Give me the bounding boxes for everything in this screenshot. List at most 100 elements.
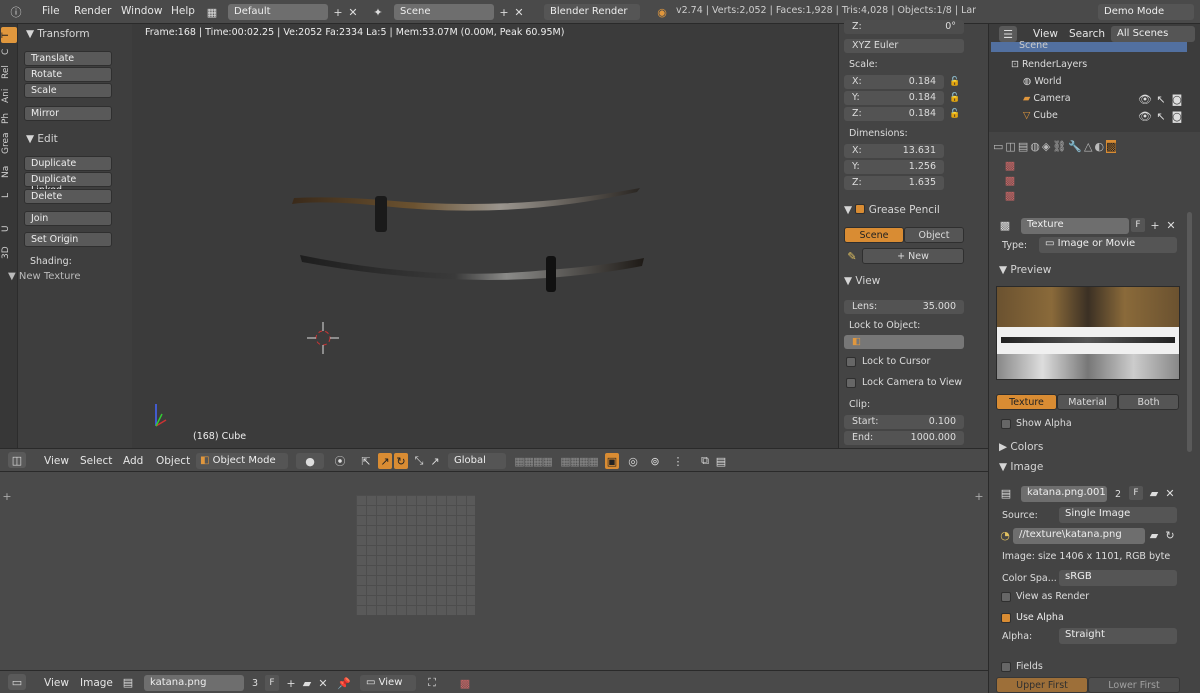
rotation-z-field[interactable]: Z: 0° [844,20,964,34]
preview-texture-tab[interactable]: Texture [996,394,1057,410]
render-camera-icon[interactable]: ◙ [1171,110,1183,123]
unlink-icon[interactable]: ✕ [316,675,330,691]
layout-field[interactable]: Default [228,4,328,20]
pencil-icon[interactable]: ✎ [845,249,859,263]
scene-icon[interactable]: ✦ [370,4,386,20]
set-origin-button[interactable]: Set Origin [24,232,112,247]
lock-icon[interactable]: 🔓 [948,75,962,89]
clip-end-field[interactable]: End: 1000.000 [844,431,964,445]
tab-3d[interactable]: 3D [1,244,17,262]
lock-cursor-checkbox[interactable] [846,357,856,367]
tab-u[interactable]: U [1,222,17,236]
data-tab-icon[interactable]: △ [1084,140,1092,153]
unlink-image-icon[interactable]: ✕ [1163,486,1177,500]
menu-view[interactable]: View [44,677,69,689]
packed-file-icon[interactable]: ◔ [999,529,1011,542]
lock-icon[interactable]: 🔓 [948,107,962,121]
image-panel-header[interactable]: ▼ Image [999,461,1043,473]
lock-camera-checkbox[interactable] [846,378,856,388]
grease-pencil-header[interactable]: ▼ Grease Pencil [844,203,940,216]
view-as-render-checkbox[interactable] [1001,592,1011,602]
layers-grid-2-icon[interactable]: ▦▦▦▦ [558,453,600,469]
texture-tab-icon[interactable]: ▩ [1106,139,1117,153]
shading-sphere-icon[interactable]: ● [296,453,324,469]
colors-panel-header[interactable]: ▶ Colors [999,441,1043,453]
info-editor-icon[interactable]: ⓘ [8,4,24,20]
outliner-render-layers[interactable]: ⊡ RenderLayers [1011,59,1087,70]
clip-start-field[interactable]: Start: 0.100 [844,415,964,429]
menu-help[interactable]: Help [171,5,195,17]
add-layout-icon[interactable]: + [331,4,345,20]
texture-slot-icon[interactable]: ▩ [1005,189,1015,202]
outliner-scene-row[interactable]: Scene [991,40,1187,52]
lens-field[interactable]: Lens: 35.000 [844,300,964,314]
lock-icon[interactable]: 🔓 [948,91,962,105]
tab-grease-pencil[interactable]: Grea [1,130,17,156]
orientation-select[interactable]: Global [448,453,506,469]
delete-button[interactable]: Delete [24,189,112,204]
modifier-tab-icon[interactable]: 🔧 [1068,140,1082,153]
scene-field[interactable]: Scene [394,4,494,20]
layers-grid-icon[interactable]: ▦▦▦▦ [512,453,554,469]
texture-browse-icon[interactable]: ▩ [999,218,1011,232]
constraint-tab-icon[interactable]: ⛓ [1052,140,1066,153]
arrow-widget-icon[interactable]: ↗ [428,453,442,469]
open-folder-icon[interactable]: ▰ [1147,486,1161,500]
scale-x-field[interactable]: X: 0.184 [844,75,944,89]
render-camera-icon[interactable]: ◙ [1171,93,1183,106]
new-texture-header[interactable]: ▼ New Texture [8,271,80,282]
render-icon[interactable]: ⧉ [698,453,712,469]
menu-view[interactable]: View [44,455,69,467]
preview-material-tab[interactable]: Material [1057,394,1118,410]
image-name-field[interactable]: katana.png.001 [1021,486,1107,502]
duplicate-linked-button[interactable]: Duplicate Linked [24,172,112,196]
menu-window[interactable]: Window [121,5,162,17]
source-select[interactable]: Single Image [1059,507,1177,523]
render-anim-icon[interactable]: ▤ [714,453,728,469]
uv-image-editor[interactable]: + + [0,472,988,670]
pin-icon[interactable]: 📌 [336,675,352,691]
fake-user-button[interactable]: F [1131,218,1145,232]
editor-type-icon[interactable]: ☰ [999,26,1017,42]
mirror-button[interactable]: Mirror [24,106,112,121]
add-scene-icon[interactable]: + [497,4,511,20]
menu-search[interactable]: Search [1069,28,1105,40]
mode-select[interactable]: ◧ Object Mode [196,453,288,469]
edit-panel-header[interactable]: ▼ Edit [22,130,130,148]
fake-user-button[interactable]: F [1129,486,1143,500]
close-layout-icon[interactable]: ✕ [346,4,360,20]
visibility-eye-icon[interactable]: 👁 [1138,93,1152,106]
fake-user-button[interactable]: F [265,675,279,691]
tab-l[interactable]: L [1,188,17,202]
layout-grid-icon[interactable]: ▦ [204,4,220,20]
render-slot-icon[interactable]: ▩ [458,675,472,691]
view-panel-header[interactable]: ▼ View [844,275,880,287]
menu-view[interactable]: View [1033,28,1058,40]
join-button[interactable]: Join [24,211,112,226]
new-texture-icon[interactable]: + [1149,218,1161,232]
rotate-button[interactable]: Rotate [24,67,112,82]
open-folder-icon[interactable]: ▰ [300,675,314,691]
texture-slot-icon[interactable]: ▩ [1005,159,1015,172]
scale-y-field[interactable]: Y: 0.184 [844,91,944,105]
tab-tools[interactable]: T [1,27,17,43]
expand-left-icon[interactable]: + [2,490,12,503]
show-alpha-checkbox[interactable] [1001,419,1011,429]
type-select[interactable]: ▭ Image or Movie [1039,237,1177,253]
gp-scene-tab[interactable]: Scene [844,227,904,243]
render-engine-select[interactable]: Blender Render [544,4,640,20]
snap-icon[interactable]: ⊚ [647,453,663,469]
select-arrow-icon[interactable]: ↖ [1155,93,1167,106]
outliner-camera[interactable]: ▰ Camera [1023,93,1071,104]
outliner-cube[interactable]: ▽ Cube [1023,110,1058,121]
menu-select[interactable]: Select [80,455,112,467]
pivot-icon[interactable]: ⛶ [422,675,442,691]
rotation-mode-select[interactable]: XYZ Euler [844,39,964,53]
translate-button[interactable]: Translate [24,51,112,66]
lock-object-field[interactable]: ◧ [844,335,964,349]
scale-z-field[interactable]: Z: 0.184 [844,107,944,121]
proportional-edit-icon[interactable]: ◎ [625,453,641,469]
preview-panel-header[interactable]: ▼ Preview [999,264,1051,276]
tab-create[interactable]: C [1,45,17,59]
tab-na[interactable]: Na [1,164,17,180]
